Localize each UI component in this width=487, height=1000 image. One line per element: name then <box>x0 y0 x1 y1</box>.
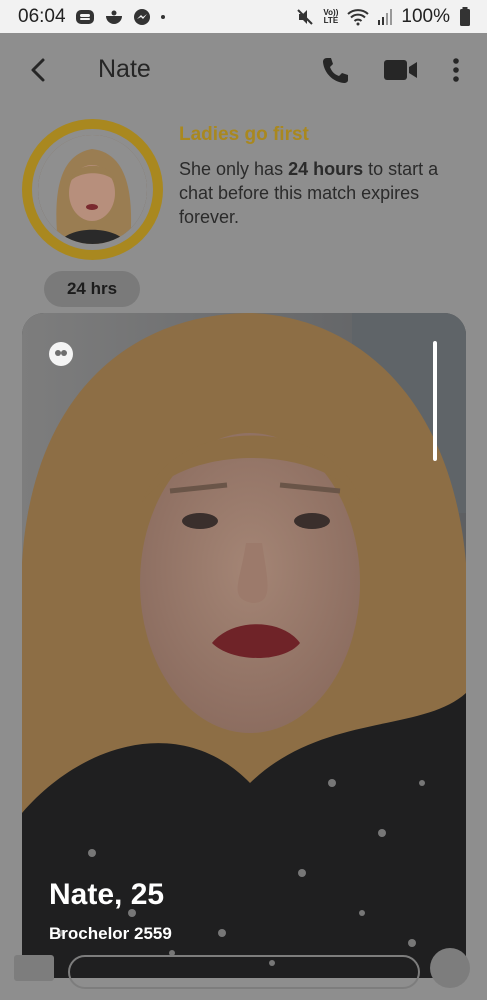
message-input-outline <box>68 955 420 989</box>
phone-icon <box>323 58 348 83</box>
messenger-icon <box>133 8 151 26</box>
volte-indicator: Vo)) LTE <box>323 8 339 25</box>
voice-call-button[interactable] <box>320 55 350 85</box>
banner-text-bold: 24 hours <box>288 159 364 179</box>
banner-text-before: She only has <box>179 159 289 179</box>
match-avatar[interactable] <box>22 119 163 260</box>
send-button <box>430 948 470 988</box>
quote-glyph <box>55 350 67 356</box>
chat-header: Nate <box>0 33 487 109</box>
more-vertical-icon <box>453 58 459 82</box>
avatar-portrait-illustration <box>38 135 147 244</box>
avatar-ring-gap <box>32 129 153 250</box>
battery-percent: 100% <box>401 5 450 27</box>
attachment-button <box>14 955 54 981</box>
photo-progress-fill <box>433 341 437 461</box>
chat-title: Nate <box>98 55 151 83</box>
chevron-left-icon <box>31 58 45 82</box>
banner-text: She only has 24 hours to start a chat be… <box>179 157 469 229</box>
mute-icon <box>296 8 314 26</box>
banner-title: Ladies go first <box>179 124 309 145</box>
match-timer-badge: 24 hrs <box>44 271 140 307</box>
status-right: Vo)) LTE 100% <box>296 6 471 28</box>
battery-icon <box>459 6 471 27</box>
video-camera-icon <box>384 60 417 80</box>
avatar-photo <box>38 135 147 244</box>
video-call-button[interactable] <box>383 57 419 83</box>
back-button[interactable] <box>26 55 52 85</box>
status-bar: 06:04 Vo)) LTE 100% <box>0 0 487 33</box>
profile-name-age: Nate, 25 <box>49 878 165 911</box>
profile-subtitle: Brochelor 2559 <box>49 924 172 943</box>
lte-label: LTE <box>323 15 339 25</box>
app-notification-icon <box>75 8 95 26</box>
status-time: 06:04 <box>18 5 66 27</box>
profile-card[interactable]: Nate, 25 Brochelor 2559 <box>22 313 466 978</box>
food-app-icon <box>104 8 124 26</box>
more-options-button[interactable] <box>448 55 464 85</box>
photo-progress-indicator <box>433 341 437 461</box>
more-notifications-dot-icon <box>160 14 166 20</box>
wifi-icon <box>347 8 370 26</box>
quote-icon[interactable] <box>49 342 73 366</box>
status-left: 06:04 <box>18 6 166 28</box>
signal-icon <box>378 8 393 25</box>
